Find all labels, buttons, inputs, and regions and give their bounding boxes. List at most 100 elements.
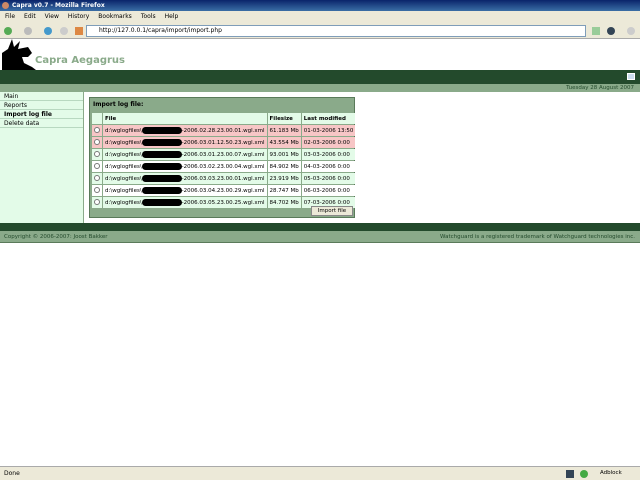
window-title: Capra v0.7 - Mozilla Firefox xyxy=(12,2,105,9)
footer-bar xyxy=(0,223,640,231)
header-last-modified: Last modified xyxy=(301,113,356,124)
sidebar: Main Reports Import log file Delete data xyxy=(0,92,84,223)
file-cell: d:\wglogfiles\ -2006.03.01.23.00.07.wgl.x… xyxy=(103,149,267,160)
sidebar-item-import-log-file[interactable]: Import log file xyxy=(0,110,83,119)
menu-file[interactable]: File xyxy=(5,13,15,20)
go-icon[interactable] xyxy=(592,27,600,35)
row-radio[interactable] xyxy=(94,198,100,205)
file-suffix: -2006.03.01.23.00.07.wgl.xml xyxy=(181,152,265,158)
row-radio[interactable] xyxy=(94,174,100,181)
filesize-cell: 84.702 Mb xyxy=(267,197,301,208)
file-suffix: -2006.03.01.12.50.23.wgl.xml xyxy=(181,140,265,146)
row-select-cell xyxy=(92,125,102,136)
current-date: Tuesday 28 August 2007 xyxy=(566,85,634,91)
header-select xyxy=(92,113,102,124)
menu-tools[interactable]: Tools xyxy=(141,13,156,20)
log-file-table: File Filesize Last modified d:\wglogfile… xyxy=(91,112,356,209)
filesize-cell: 61.183 Mb xyxy=(267,125,301,136)
redacted-block xyxy=(141,127,182,134)
table-row: d:\wglogfiles\ -2006.03.02.23.00.04.wgl.x… xyxy=(92,161,356,172)
table-row: d:\wglogfiles\ -2006.03.04.23.00.29.wgl.x… xyxy=(92,185,356,196)
row-radio[interactable] xyxy=(94,186,100,193)
search-engine-icon[interactable] xyxy=(607,27,615,35)
goat-logo-icon xyxy=(2,39,36,70)
row-select-cell xyxy=(92,197,102,208)
sidebar-item-reports[interactable]: Reports xyxy=(0,101,83,110)
site-header: Capra Aegagrus xyxy=(0,39,640,70)
table-row: d:\wglogfiles\ -2006.03.01.12.50.23.wgl.x… xyxy=(92,137,356,148)
filesize-cell: 43.554 Mb xyxy=(267,137,301,148)
file-cell: d:\wglogfiles\ -2006.03.05.23.00.25.wgl.x… xyxy=(103,197,267,208)
back-icon[interactable] xyxy=(4,27,12,35)
reload-icon[interactable] xyxy=(44,27,52,35)
menu-edit[interactable]: Edit xyxy=(24,13,36,20)
table-row: d:\wglogfiles\ -2006.03.03.23.00.01.wgl.x… xyxy=(92,173,356,184)
date-bar: Tuesday 28 August 2007 xyxy=(0,84,640,92)
search-icon[interactable] xyxy=(627,27,635,35)
import-file-button[interactable]: Import file xyxy=(311,206,353,216)
row-select-cell xyxy=(92,137,102,148)
forward-icon[interactable] xyxy=(24,27,32,35)
menu-help[interactable]: Help xyxy=(165,13,179,20)
redacted-block xyxy=(141,139,182,146)
file-suffix: -2006.02.28.23.00.01.wgl.xml xyxy=(181,128,265,134)
address-bar[interactable]: http://127.0.0.1/capra/import/import.php xyxy=(86,25,586,37)
file-prefix: d:\wglogfiles\ xyxy=(105,176,142,182)
row-radio[interactable] xyxy=(94,138,100,145)
file-cell: d:\wglogfiles\ -2006.02.28.23.00.01.wgl.x… xyxy=(103,125,267,136)
file-prefix: d:\wglogfiles\ xyxy=(105,152,142,158)
menu-history[interactable]: History xyxy=(68,13,89,20)
file-suffix: -2006.03.05.23.00.25.wgl.xml xyxy=(181,200,265,206)
last-modified-cell: 02-03-2006 0:00 xyxy=(301,137,356,148)
sidebar-item-main[interactable]: Main xyxy=(0,92,83,101)
security-check-icon[interactable] xyxy=(580,470,588,478)
skype-icon[interactable] xyxy=(566,470,574,478)
top-bar xyxy=(0,70,640,84)
last-modified-cell: 05-03-2006 0:00 xyxy=(301,173,356,184)
panel-title: Import log file: xyxy=(93,101,144,108)
file-suffix: -2006.03.03.23.00.01.wgl.xml xyxy=(181,176,265,182)
menu-bar: File Edit View History Bookmarks Tools Help xyxy=(0,11,640,23)
menu-view[interactable]: View xyxy=(45,13,59,20)
row-radio[interactable] xyxy=(94,126,100,133)
redacted-block xyxy=(141,163,182,170)
copyright: Copyright © 2006-2007: Joost Bakker xyxy=(4,234,108,240)
stop-icon[interactable] xyxy=(60,27,68,35)
window-title-bar: Capra v0.7 - Mozilla Firefox xyxy=(0,0,640,11)
file-cell: d:\wglogfiles\ -2006.03.01.12.50.23.wgl.x… xyxy=(103,137,267,148)
brand-name: Capra Aegagrus xyxy=(35,55,125,66)
file-suffix: -2006.03.02.23.00.04.wgl.xml xyxy=(181,164,265,170)
home-icon[interactable] xyxy=(75,27,83,35)
file-suffix: -2006.03.04.23.00.29.wgl.xml xyxy=(181,188,265,194)
header-file: File xyxy=(103,113,267,124)
file-cell: d:\wglogfiles\ -2006.03.03.23.00.01.wgl.x… xyxy=(103,173,267,184)
file-cell: d:\wglogfiles\ -2006.03.02.23.00.04.wgl.x… xyxy=(103,161,267,172)
footer: Copyright © 2006-2007: Joost Bakker Watc… xyxy=(0,231,640,243)
file-cell: d:\wglogfiles\ -2006.03.04.23.00.29.wgl.x… xyxy=(103,185,267,196)
menu-bookmarks[interactable]: Bookmarks xyxy=(98,13,132,20)
filesize-cell: 23.919 Mb xyxy=(267,173,301,184)
status-text: Done xyxy=(4,470,20,477)
import-panel: Import log file: File Filesize Last modi… xyxy=(89,97,356,218)
filesize-cell: 28.747 Mb xyxy=(267,185,301,196)
status-bar: Done Adblock xyxy=(0,466,640,480)
redacted-block xyxy=(141,175,182,182)
file-prefix: d:\wglogfiles\ xyxy=(105,164,142,170)
row-radio[interactable] xyxy=(94,162,100,169)
row-select-cell xyxy=(92,149,102,160)
row-radio[interactable] xyxy=(94,150,100,157)
filesize-cell: 84.902 Mb xyxy=(267,161,301,172)
file-prefix: d:\wglogfiles\ xyxy=(105,200,142,206)
filesize-cell: 93.001 Mb xyxy=(267,149,301,160)
window-icon[interactable] xyxy=(627,73,635,80)
row-select-cell xyxy=(92,185,102,196)
row-select-cell xyxy=(92,161,102,172)
adblock-button[interactable]: Adblock xyxy=(600,467,622,480)
table-header: File Filesize Last modified xyxy=(92,113,356,124)
firefox-icon xyxy=(2,2,9,9)
sidebar-item-delete-data[interactable]: Delete data xyxy=(0,119,83,128)
header-filesize: Filesize xyxy=(267,113,301,124)
table-row: d:\wglogfiles\ -2006.02.28.23.00.01.wgl.x… xyxy=(92,125,356,136)
last-modified-cell: 01-03-2006 13:50 xyxy=(301,125,356,136)
redacted-block xyxy=(141,199,182,206)
